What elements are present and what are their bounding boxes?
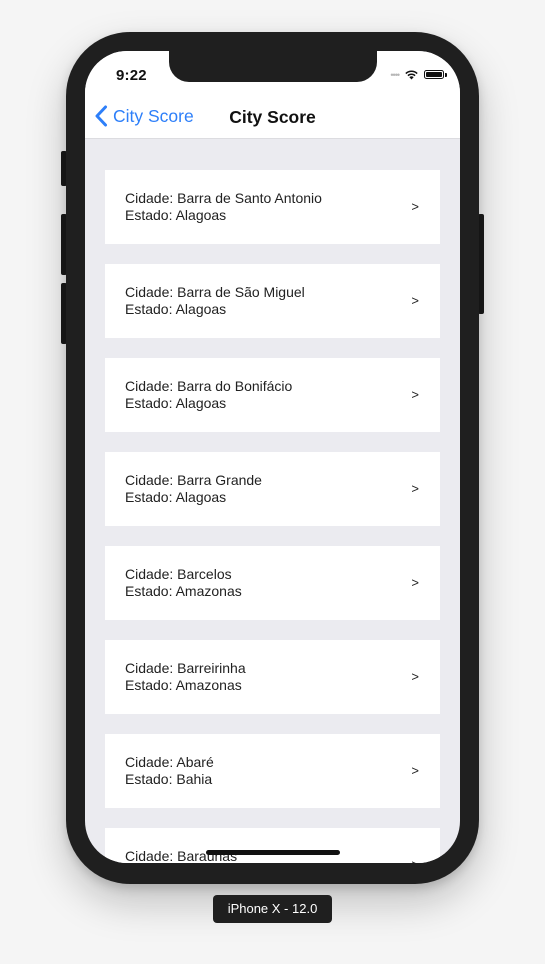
signal-dots-icon: •••• xyxy=(390,69,400,80)
city-label: Cidade: Barreirinha xyxy=(125,660,246,676)
city-cell[interactable]: Cidade: Barcelos Estado: Amazonas > xyxy=(105,546,440,620)
state-label: Estado: Alagoas xyxy=(125,301,227,317)
state-label: Estado: Alagoas xyxy=(125,395,227,411)
city-label: Cidade: Barra de Santo Antonio xyxy=(125,190,322,206)
city-cell[interactable]: Cidade: Barra Grande Estado: Alagoas > xyxy=(105,452,440,526)
state-label: Estado: Amazonas xyxy=(125,583,242,599)
disclosure-chevron-icon: > xyxy=(411,481,419,496)
city-label: Cidade: Barra do Bonifácio xyxy=(125,378,293,394)
nav-title: City Score xyxy=(229,107,316,127)
disclosure-chevron-icon: > xyxy=(411,293,419,308)
city-label: Cidade: Barcelos xyxy=(125,566,232,582)
city-label: Cidade: Barra Grande xyxy=(125,472,262,488)
city-cell[interactable]: Cidade: Barra do Bonifácio Estado: Alago… xyxy=(105,358,440,432)
state-label: Estado: Alagoas xyxy=(125,489,227,505)
device-label: iPhone X - 12.0 xyxy=(213,895,332,923)
city-cell[interactable]: Cidade: Abaré Estado: Bahia > xyxy=(105,734,440,808)
status-time: 9:22 xyxy=(116,67,147,84)
city-cell[interactable]: Cidade: Barra de Santo Antonio Estado: A… xyxy=(105,170,440,244)
home-indicator[interactable] xyxy=(206,850,340,855)
wifi-icon xyxy=(405,70,418,80)
state-label: Estado: Bahia xyxy=(125,771,213,787)
disclosure-chevron-icon: > xyxy=(411,763,419,778)
device-notch xyxy=(169,51,377,82)
status-icons: •••• xyxy=(390,69,447,80)
city-label: Cidade: Barra de São Miguel xyxy=(125,284,305,300)
city-label: Cidade: Abaré xyxy=(125,754,214,770)
disclosure-chevron-icon: > xyxy=(411,857,419,863)
navigation-bar: City Score City Score xyxy=(85,95,460,139)
device-screen: 9:22 •••• City Score City Score Cidade: … xyxy=(85,51,460,863)
state-label: Estado: Alagoas xyxy=(125,207,227,223)
battery-icon xyxy=(424,70,447,79)
city-cell[interactable]: Cidade: Barreirinha Estado: Amazonas > xyxy=(105,640,440,714)
city-cell[interactable]: Cidade: Barra de São Miguel Estado: Alag… xyxy=(105,264,440,338)
city-cell[interactable]: Cidade: Baraúnas Estado: Bahia > xyxy=(105,828,440,863)
disclosure-chevron-icon: > xyxy=(411,575,419,590)
disclosure-chevron-icon: > xyxy=(411,387,419,402)
simulator-stage: 9:22 •••• City Score City Score Cidade: … xyxy=(0,0,545,964)
state-label: Estado: Amazonas xyxy=(125,677,242,693)
disclosure-chevron-icon: > xyxy=(411,199,419,214)
disclosure-chevron-icon: > xyxy=(411,669,419,684)
city-list[interactable]: Cidade: Barra de Santo Antonio Estado: A… xyxy=(105,170,440,863)
